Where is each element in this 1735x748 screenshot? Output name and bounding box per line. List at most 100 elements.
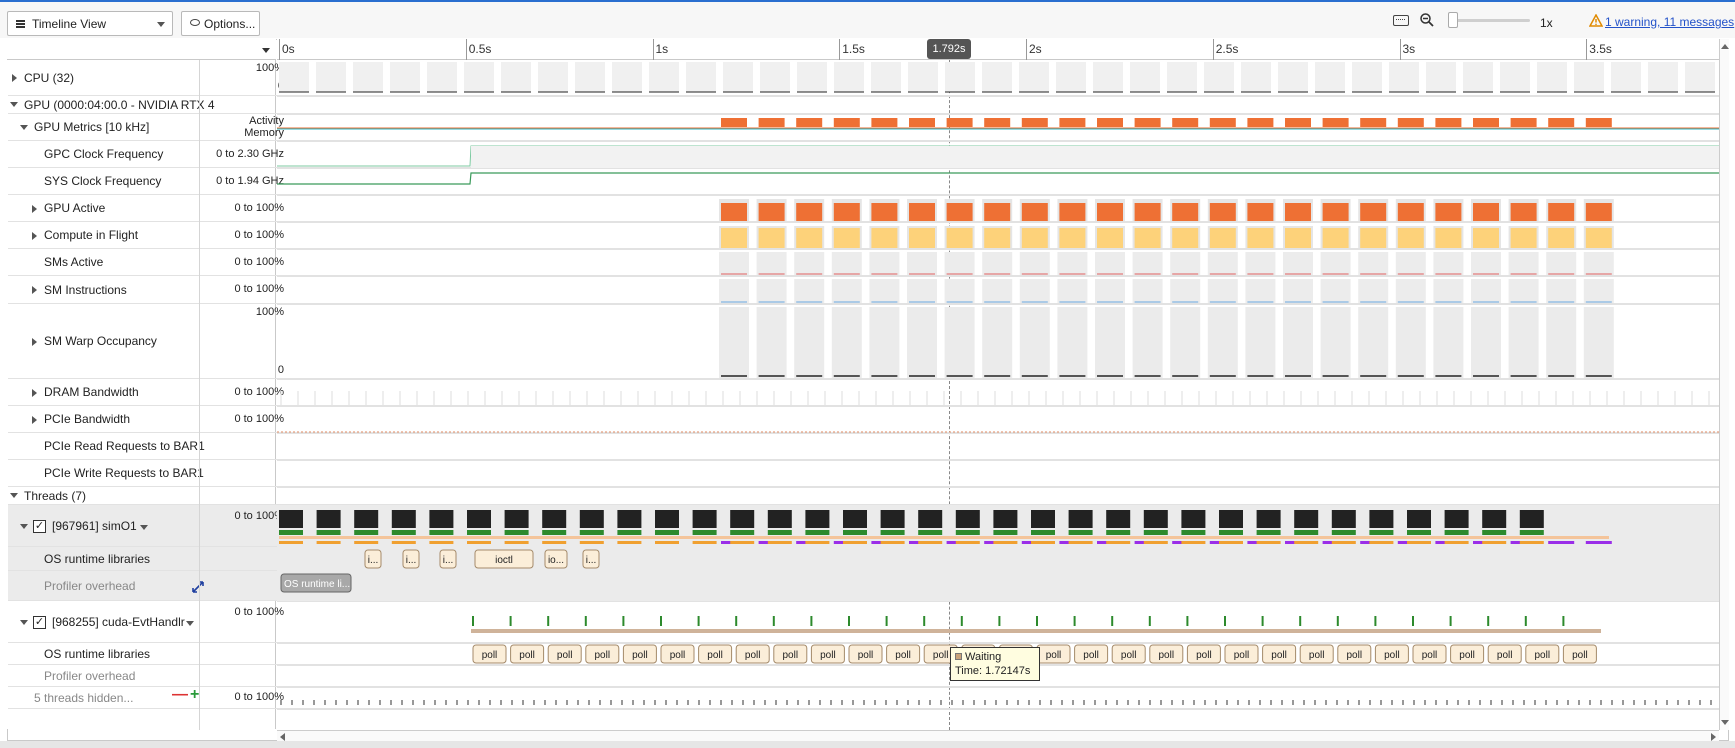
thread1-state-bar: [955, 530, 980, 535]
zoom-slider-track[interactable]: [1450, 19, 1530, 22]
sm-instr-bg: [1283, 279, 1313, 303]
scale-bottom: 0: [277, 364, 284, 376]
thread1-state-bar: [805, 530, 830, 535]
poll-event-label: poll: [557, 650, 573, 661]
row-header-menu[interactable]: [7, 39, 276, 60]
timeline-canvas[interactable]: i... i... i... ioctl io... i... OS runtime li.…: [277, 60, 1719, 730]
thread1-api-bar: [918, 541, 943, 544]
cpu-busy-region: [1352, 62, 1382, 92]
thread1-waiting-strip: [279, 536, 1609, 539]
collapse-icon[interactable]: [20, 620, 28, 625]
thread1-api-bar: [1482, 541, 1507, 544]
add-icon[interactable]: +: [190, 686, 199, 704]
thread2-waiting-strip: [471, 629, 1601, 633]
time-ruler[interactable]: 0s 0.5s 1s 1.5s 2s 2.5s 3s 3.5s: [277, 39, 1719, 60]
ruler-tick-label: 1s: [655, 42, 669, 56]
gpu-activity-block: [1548, 118, 1575, 127]
keyboard-icon[interactable]: [1393, 15, 1409, 26]
collapse-icon[interactable]: [20, 524, 28, 529]
zoom-level: 1x: [1540, 16, 1553, 30]
thread1-cpu-bar: [429, 510, 454, 528]
poll-event-label: poll: [1271, 650, 1287, 661]
cpu-busy-region: [908, 62, 938, 92]
warp-bg: [1170, 307, 1201, 378]
scroll-down-icon[interactable]: [1721, 720, 1729, 725]
thread1-cpu-bar: [467, 510, 491, 528]
cpu-busy-region: [1167, 62, 1197, 92]
cpu-busy-region: [353, 62, 383, 92]
collapse-icon[interactable]: [10, 493, 18, 498]
remove-icon[interactable]: —: [172, 686, 188, 704]
thread1-api-bar: [692, 541, 717, 544]
expand-icon[interactable]: [12, 74, 17, 82]
gpu-activity-block: [1435, 118, 1462, 127]
zoom-out-icon[interactable]: [1420, 13, 1434, 27]
hidden-threads-label[interactable]: 5 threads hidden...: [34, 687, 133, 708]
row-label: GPU Metrics [10 kHz]: [34, 120, 150, 134]
thread1-cpu-bar: [1219, 510, 1243, 528]
zoom-slider-handle[interactable]: [1448, 12, 1458, 28]
cpu-busy-region: [1093, 62, 1123, 92]
cpu-busy-region: [1685, 62, 1715, 92]
thread1-api-bar: [1444, 541, 1469, 544]
row-label: SM Warp Occupancy: [44, 334, 157, 348]
warp-bg: [1395, 307, 1426, 378]
cpu-busy-region: [760, 62, 790, 92]
thread1-cpu-bar: [1331, 510, 1356, 528]
poll-event-label: poll: [1121, 650, 1137, 661]
gpu-active-bar: [1097, 203, 1123, 221]
gpu-activity-block: [1473, 118, 1499, 127]
warnings-link[interactable]: 1 warning, 11 messages: [1605, 15, 1734, 29]
options-button[interactable]: Options...: [181, 11, 260, 36]
resize-icon[interactable]: [192, 581, 204, 593]
thread1-api-bar: [955, 541, 980, 544]
poll-event-label: poll: [707, 650, 723, 661]
cpu-busy-region: [1537, 62, 1567, 92]
horizontal-scrollbar[interactable]: [277, 730, 1719, 741]
compute-bar: [1247, 228, 1274, 248]
expand-icon[interactable]: [32, 232, 37, 240]
gpu-active-bar: [1134, 203, 1161, 221]
thread1-state-bar: [504, 530, 529, 535]
view-dropdown[interactable]: Timeline View: [7, 11, 173, 36]
thread1-state-bar: [1482, 530, 1507, 535]
thread1-api-bar: [655, 541, 679, 544]
thread1-cpu-bar: [1444, 510, 1469, 528]
sm-instr-bg: [794, 279, 825, 303]
scroll-up-icon[interactable]: [1721, 44, 1729, 49]
warp-bg: [1132, 307, 1163, 378]
thread-checkbox[interactable]: ✓: [33, 616, 46, 629]
expand-icon[interactable]: [32, 338, 37, 346]
thread1-api-bar: [391, 541, 416, 544]
gpu-activity-block: [1021, 118, 1048, 127]
sms-active-bg: [1583, 252, 1614, 275]
expand-icon[interactable]: [32, 205, 37, 213]
row-label: GPU Active: [44, 201, 106, 215]
expand-icon[interactable]: [32, 416, 37, 424]
thread-checkbox[interactable]: ✓: [33, 520, 46, 533]
time-cursor-label[interactable]: 1.792s: [927, 39, 971, 59]
scroll-right-icon[interactable]: [1711, 733, 1716, 741]
gpu-active-bar: [1322, 203, 1349, 221]
gpu-active-bar: [1209, 203, 1236, 221]
expand-icon[interactable]: [32, 389, 37, 397]
gpu-activity-block: [1397, 118, 1424, 127]
sys-clock-line: [277, 172, 1719, 185]
cpu-busy-region: [1130, 62, 1160, 92]
poll-event-label: poll: [1046, 650, 1062, 661]
cpu-busy-region: [575, 62, 605, 92]
chevron-down-icon[interactable]: [140, 525, 148, 530]
chevron-down-icon[interactable]: [186, 621, 194, 626]
compute-bar: [833, 228, 860, 248]
timeline-graph[interactable]: i... i... i... ioctl io... i... OS runtime li.…: [277, 60, 1719, 730]
row-label: SYS Clock Frequency: [44, 174, 162, 188]
thread1-cpu-bar: [617, 510, 642, 528]
expand-icon[interactable]: [32, 286, 37, 294]
scroll-left-icon[interactable]: [280, 733, 285, 741]
cpu-busy-region: [871, 62, 901, 92]
warp-bg: [756, 307, 787, 378]
collapse-icon[interactable]: [10, 102, 18, 107]
thread1-cpu-bar: [843, 510, 867, 528]
vertical-scrollbar[interactable]: [1719, 39, 1729, 730]
collapse-icon[interactable]: [20, 125, 28, 130]
